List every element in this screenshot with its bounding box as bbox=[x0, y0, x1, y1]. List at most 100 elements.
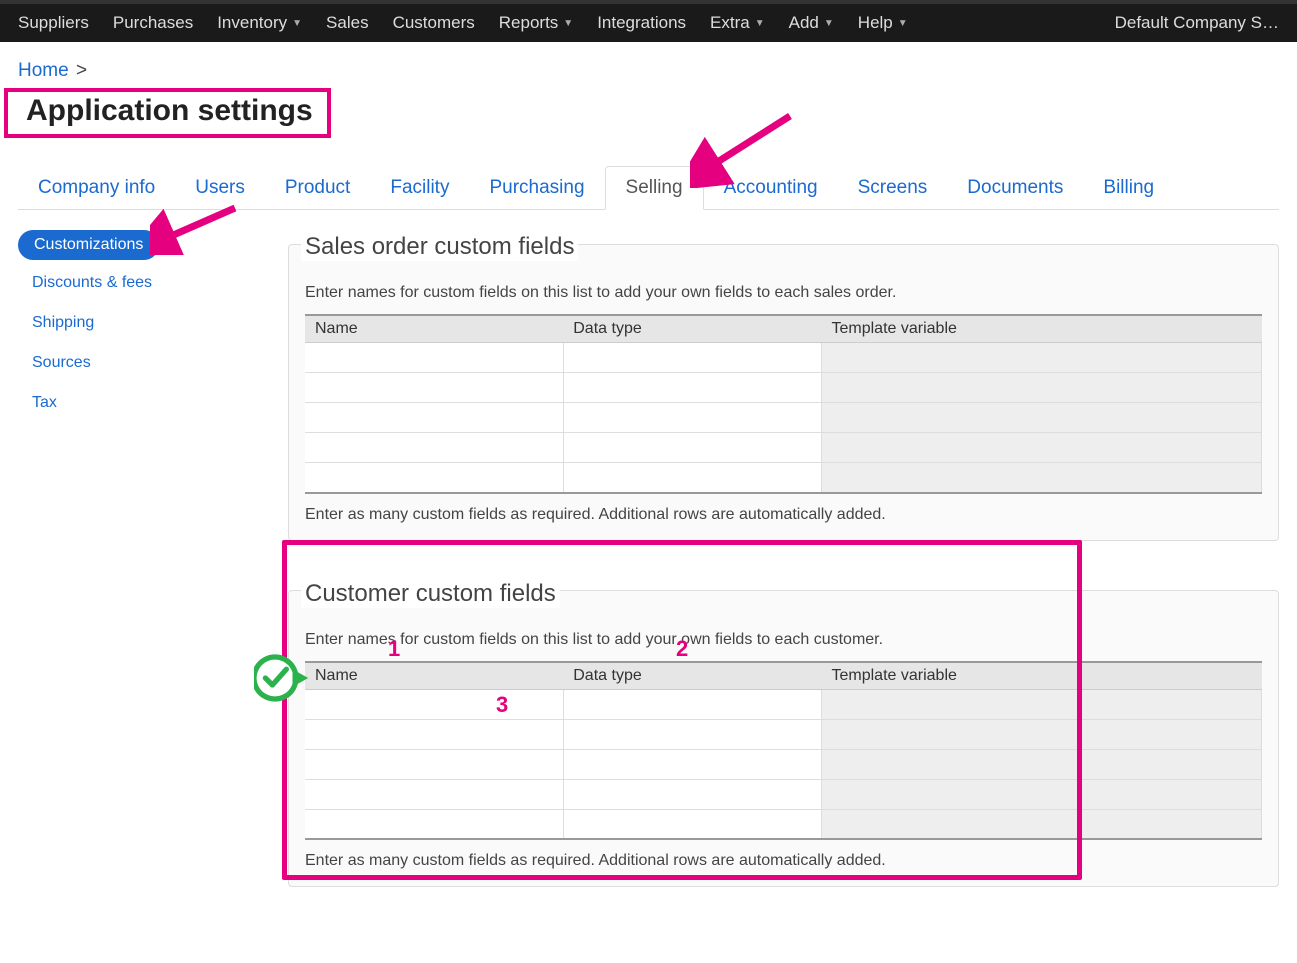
name-input[interactable] bbox=[305, 780, 563, 808]
tab-product[interactable]: Product bbox=[265, 167, 370, 209]
tab-selling[interactable]: Selling bbox=[605, 166, 704, 210]
tab-purchasing[interactable]: Purchasing bbox=[469, 167, 604, 209]
caret-down-icon: ▼ bbox=[755, 18, 765, 29]
table-row bbox=[305, 373, 1262, 403]
group-desc: Enter names for custom fields on this li… bbox=[305, 284, 1262, 302]
group-legend: Customer custom fields bbox=[301, 580, 560, 608]
nav-label: Customers bbox=[393, 13, 475, 33]
nav-suppliers[interactable]: Suppliers bbox=[6, 2, 101, 44]
template-cell bbox=[822, 343, 1262, 373]
tab-billing[interactable]: Billing bbox=[1083, 167, 1174, 209]
col-datatype: Data type bbox=[563, 315, 821, 343]
customer-custom-fields-table: Name Data type Template variable bbox=[305, 661, 1262, 841]
nav-customers[interactable]: Customers bbox=[381, 2, 487, 44]
tab-accounting[interactable]: Accounting bbox=[704, 167, 838, 209]
tab-facility[interactable]: Facility bbox=[370, 167, 469, 209]
name-input[interactable] bbox=[305, 374, 563, 402]
top-navbar: Suppliers Purchases Inventory ▼ Sales Cus… bbox=[0, 0, 1297, 42]
sales-order-custom-fields-group: Sales order custom fields Enter names fo… bbox=[288, 230, 1279, 541]
nav-label: Sales bbox=[326, 13, 369, 33]
name-input[interactable] bbox=[305, 720, 563, 748]
nav-label: Suppliers bbox=[18, 13, 89, 33]
template-cell bbox=[822, 373, 1262, 403]
nav-reports[interactable]: Reports ▼ bbox=[487, 2, 585, 44]
caret-down-icon: ▼ bbox=[292, 18, 302, 29]
datatype-input[interactable] bbox=[564, 463, 821, 491]
table-row bbox=[305, 403, 1262, 433]
datatype-input[interactable] bbox=[564, 434, 821, 462]
page-title: Application settings bbox=[12, 92, 327, 134]
template-cell bbox=[822, 719, 1262, 749]
sidebar-item-customizations[interactable]: Customizations bbox=[18, 230, 159, 260]
name-input[interactable] bbox=[305, 690, 563, 718]
table-row bbox=[305, 749, 1262, 779]
datatype-input[interactable] bbox=[564, 690, 821, 718]
breadcrumb: Home > bbox=[0, 42, 1297, 86]
nav-label: Purchases bbox=[113, 13, 193, 33]
datatype-input[interactable] bbox=[564, 810, 821, 838]
nav-inventory[interactable]: Inventory ▼ bbox=[205, 2, 314, 44]
group-foot: Enter as many custom fields as required.… bbox=[305, 852, 1262, 870]
nav-label: Help bbox=[858, 13, 893, 33]
caret-down-icon: ▼ bbox=[898, 18, 908, 29]
name-input[interactable] bbox=[305, 463, 563, 491]
name-input[interactable] bbox=[305, 750, 563, 778]
caret-down-icon: ▼ bbox=[563, 18, 573, 29]
company-selector[interactable]: Default Company S… bbox=[1103, 13, 1291, 33]
tab-documents[interactable]: Documents bbox=[947, 167, 1083, 209]
sidebar-item-sources[interactable]: Sources bbox=[18, 346, 278, 380]
col-name: Name bbox=[305, 315, 563, 343]
group-foot: Enter as many custom fields as required.… bbox=[305, 506, 1262, 524]
name-input[interactable] bbox=[305, 404, 563, 432]
nav-extra[interactable]: Extra ▼ bbox=[698, 2, 777, 44]
tab-company-info[interactable]: Company info bbox=[18, 167, 175, 209]
name-input[interactable] bbox=[305, 810, 563, 838]
table-row bbox=[305, 463, 1262, 493]
sales-order-custom-fields-table: Name Data type Template variable bbox=[305, 314, 1262, 494]
page-title-highlight: Application settings bbox=[4, 88, 331, 138]
table-row bbox=[305, 433, 1262, 463]
caret-down-icon: ▼ bbox=[824, 18, 834, 29]
datatype-input[interactable] bbox=[564, 404, 821, 432]
nav-help[interactable]: Help ▼ bbox=[846, 2, 920, 44]
datatype-input[interactable] bbox=[564, 374, 821, 402]
datatype-input[interactable] bbox=[564, 780, 821, 808]
table-row bbox=[305, 343, 1262, 373]
nav-add[interactable]: Add ▼ bbox=[777, 2, 846, 44]
datatype-input[interactable] bbox=[564, 344, 821, 372]
template-cell bbox=[822, 433, 1262, 463]
nav-label: Inventory bbox=[217, 13, 287, 33]
col-template: Template variable bbox=[822, 315, 1262, 343]
template-cell bbox=[822, 403, 1262, 433]
group-desc: Enter names for custom fields on this li… bbox=[305, 631, 1262, 649]
datatype-input[interactable] bbox=[564, 720, 821, 748]
template-cell bbox=[822, 809, 1262, 839]
tab-users[interactable]: Users bbox=[175, 167, 265, 209]
nav-sales[interactable]: Sales bbox=[314, 2, 381, 44]
selling-sidebar: Customizations Discounts & fees Shipping… bbox=[18, 230, 278, 923]
table-row bbox=[305, 689, 1262, 719]
nav-label: Integrations bbox=[597, 13, 686, 33]
nav-label: Reports bbox=[499, 13, 559, 33]
datatype-input[interactable] bbox=[564, 750, 821, 778]
tab-screens[interactable]: Screens bbox=[838, 167, 948, 209]
name-input[interactable] bbox=[305, 344, 563, 372]
nav-label: Add bbox=[789, 13, 819, 33]
settings-tabs: Company info Users Product Facility Purc… bbox=[18, 166, 1279, 210]
nav-purchases[interactable]: Purchases bbox=[101, 2, 205, 44]
table-row bbox=[305, 719, 1262, 749]
sidebar-item-shipping[interactable]: Shipping bbox=[18, 306, 278, 340]
table-row bbox=[305, 809, 1262, 839]
template-cell bbox=[822, 689, 1262, 719]
template-cell bbox=[822, 463, 1262, 493]
nav-integrations[interactable]: Integrations bbox=[585, 2, 698, 44]
customer-custom-fields-group: Customer custom fields Enter names for c… bbox=[288, 577, 1279, 888]
template-cell bbox=[822, 749, 1262, 779]
table-row bbox=[305, 779, 1262, 809]
breadcrumb-home[interactable]: Home bbox=[18, 60, 69, 81]
sidebar-item-discounts-fees[interactable]: Discounts & fees bbox=[18, 266, 278, 300]
sidebar-item-tax[interactable]: Tax bbox=[18, 386, 278, 420]
name-input[interactable] bbox=[305, 434, 563, 462]
nav-label: Extra bbox=[710, 13, 750, 33]
col-template: Template variable bbox=[822, 662, 1262, 690]
